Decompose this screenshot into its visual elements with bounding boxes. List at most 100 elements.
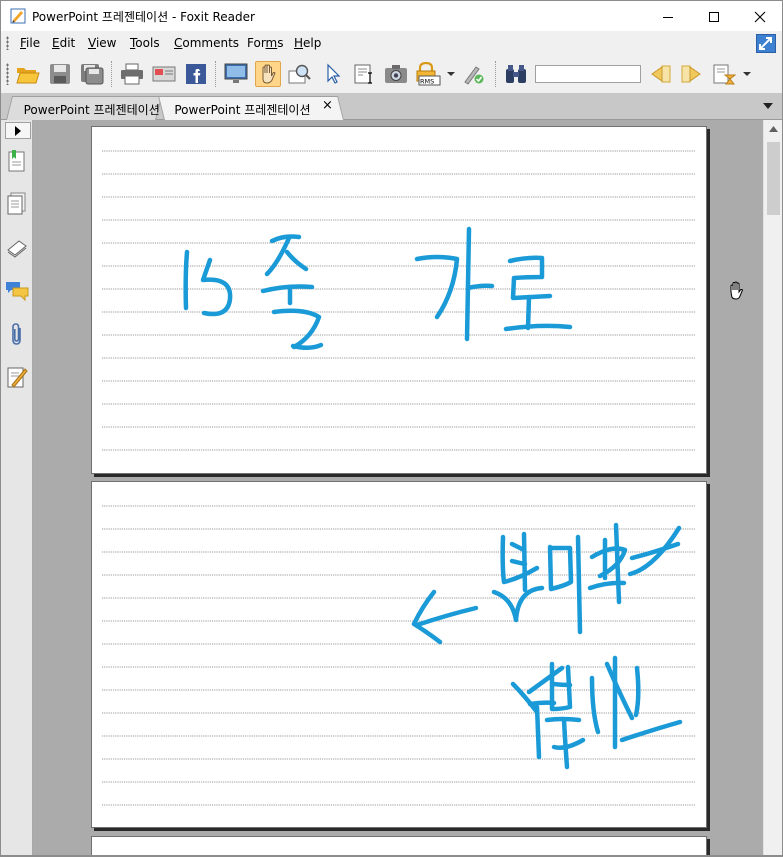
hand-tool-icon[interactable] [255, 61, 281, 87]
ruled-lines [102, 150, 696, 451]
navigation-panel [0, 120, 33, 857]
save-as-icon[interactable] [79, 61, 105, 87]
ink-stroke [589, 675, 601, 735]
title-bar: PowerPoint 프레젠테이션 - Foxit Reader [0, 0, 783, 31]
sign-icon[interactable] [461, 61, 487, 87]
document-tab-bar: PowerPoint 프레젠테이션 PowerPoint 프레젠테이션 [0, 93, 783, 120]
zoom-icon[interactable] [287, 61, 313, 87]
print-icon[interactable] [119, 61, 145, 87]
ink-stroke [547, 544, 574, 592]
signatures-icon[interactable] [5, 365, 29, 389]
ink-stroke [550, 681, 573, 688]
main-toolbar: RMS [0, 55, 783, 93]
ink-stroke [271, 308, 322, 350]
tab-close-button[interactable]: × [322, 99, 334, 113]
window-title: PowerPoint 프레젠테이션 - Foxit Reader [32, 10, 255, 24]
rms-dropdown-arrow-icon[interactable] [445, 61, 457, 87]
open-folder-icon[interactable] [15, 61, 41, 87]
text-select-icon[interactable] [351, 61, 377, 87]
find-options-icon[interactable] [711, 61, 737, 87]
minimize-button[interactable] [645, 1, 691, 32]
menu-tools[interactable]: Tools [130, 36, 160, 50]
fullscreen-icon[interactable] [223, 61, 249, 87]
menu-grip [6, 36, 9, 50]
email-icon[interactable] [151, 61, 177, 87]
attachments-icon[interactable] [5, 322, 29, 346]
find-next-icon[interactable] [679, 61, 705, 87]
toolbar-grip [6, 63, 9, 85]
ink-stroke [561, 717, 570, 770]
rms-lock-icon[interactable]: RMS [415, 61, 441, 87]
ink-stroke [604, 661, 635, 721]
ink-stroke [491, 585, 545, 623]
bookmarks-icon[interactable] [5, 149, 29, 173]
menu-bar: File Edit View Tools Comments Forms Help [0, 31, 783, 55]
panel-toggle-button[interactable] [5, 122, 31, 139]
find-input[interactable] [535, 65, 641, 83]
ink-stroke [526, 665, 565, 695]
menu-forms[interactable]: Forms [247, 36, 284, 50]
ink-stroke [290, 342, 324, 350]
menu-help[interactable]: Help [294, 36, 321, 50]
ink-stroke [284, 249, 309, 272]
snapshot-icon[interactable] [383, 61, 409, 87]
pdf-page-3 [91, 836, 707, 857]
tab-list-dropdown-icon[interactable] [762, 101, 774, 111]
layers-icon[interactable] [5, 236, 29, 260]
comments-icon[interactable] [5, 279, 29, 303]
handwriting-ink [183, 226, 573, 350]
menu-comments[interactable]: Comments [174, 36, 239, 50]
select-arrow-icon[interactable] [319, 61, 345, 87]
maximize-button[interactable] [691, 1, 737, 32]
hand-cursor-icon [730, 281, 744, 300]
tab-document-2[interactable]: PowerPoint 프레젠테이션 [158, 96, 344, 120]
ink-stroke [509, 558, 528, 567]
find-prev-icon[interactable] [647, 61, 673, 87]
ink-stroke [465, 283, 495, 291]
find-options-dropdown-icon[interactable] [741, 61, 753, 87]
menu-file[interactable]: File [20, 36, 40, 50]
find-binoculars-icon[interactable] [503, 61, 529, 87]
menu-view[interactable]: View [88, 36, 116, 50]
vertical-scrollbar[interactable] [763, 120, 783, 857]
ink-stroke [633, 665, 641, 718]
minimize-icon [663, 16, 673, 18]
close-icon [754, 11, 766, 22]
ink-stroke [414, 605, 479, 628]
ink-stroke [525, 294, 532, 331]
ink-stroke [507, 255, 553, 301]
foxit-app-icon [10, 8, 26, 24]
document-viewport[interactable] [33, 120, 763, 857]
maximize-icon [709, 11, 719, 22]
page-1-canvas [102, 150, 696, 451]
scrollbar-thumb[interactable] [767, 142, 780, 215]
pdf-page-1 [91, 126, 707, 474]
save-icon[interactable] [47, 61, 73, 87]
ink-stroke [534, 704, 542, 760]
chevron-right-icon [15, 125, 21, 136]
restore-layout-icon[interactable] [756, 34, 776, 53]
close-window-button[interactable] [737, 1, 783, 32]
ink-stroke [464, 226, 472, 342]
ink-stroke [575, 534, 583, 635]
ink-stroke [503, 323, 573, 332]
handwriting-ink [411, 522, 683, 770]
toolbar-separator [111, 61, 112, 87]
menu-edit[interactable]: Edit [52, 36, 75, 50]
ink-stroke [551, 737, 586, 750]
page-2-canvas [102, 505, 696, 806]
ink-stroke [183, 249, 190, 311]
ink-stroke [619, 719, 683, 743]
chevron-up-icon [769, 125, 778, 132]
ink-stroke [613, 522, 622, 605]
ink-stroke [260, 284, 315, 294]
scroll-up-button[interactable] [764, 120, 783, 137]
svg-text:RMS: RMS [420, 78, 434, 86]
ink-stroke [200, 257, 233, 317]
tab-document-1[interactable]: PowerPoint 프레젠테이션 [6, 96, 162, 120]
facebook-icon[interactable] [183, 61, 209, 87]
pdf-page-2 [91, 481, 707, 828]
toolbar-separator [495, 61, 496, 87]
pages-icon[interactable] [5, 192, 29, 216]
toolbar-separator [215, 61, 216, 87]
